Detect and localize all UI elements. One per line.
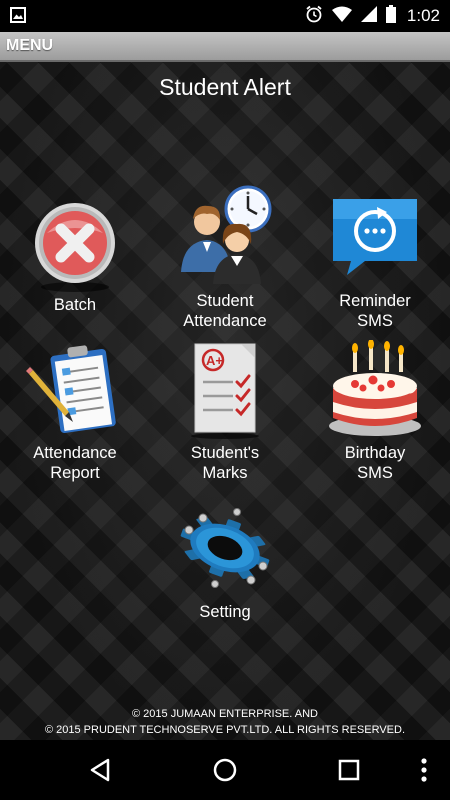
svg-text:A+: A+: [206, 353, 223, 368]
students-marks-tile[interactable]: A+ Student's Marks: [155, 340, 295, 483]
birthday-sms-label-line2: SMS: [357, 464, 393, 482]
page-title: Student Alert: [159, 74, 291, 100]
overflow-menu-icon[interactable]: [414, 755, 434, 785]
navigation-bar: [0, 740, 450, 800]
reminder-sms-label-line2: SMS: [357, 312, 393, 330]
students-marks-label-line2: Marks: [202, 464, 248, 482]
home-icon[interactable]: [210, 755, 240, 785]
reminder-sms-tile[interactable]: Reminder SMS: [305, 189, 445, 331]
status-bar: 1:02: [0, 0, 450, 32]
battery-icon: [385, 4, 396, 28]
birthday-sms-label-line1: Birthday: [344, 444, 406, 462]
back-icon[interactable]: [86, 755, 116, 785]
menu-bar: MENU: [0, 32, 450, 62]
alarm-icon: [305, 5, 323, 28]
birthday-sms-tile[interactable]: Birthday SMS: [305, 339, 445, 483]
clipboard-report-icon: [25, 340, 125, 440]
gear-icon: [175, 500, 275, 600]
people-clock-icon: [175, 184, 275, 284]
batch-tile[interactable]: Batch: [5, 195, 145, 315]
copyright-line-2: © 2015 PRUDENT TECHNOSERVE PVT.LTD. ALL …: [44, 724, 405, 736]
menu-button[interactable]: MENU: [6, 37, 53, 55]
attendance-report-label-line1: Attendance: [33, 444, 117, 462]
reminder-sms-label-line1: Reminder: [339, 292, 411, 310]
signal-icon: [360, 5, 377, 27]
cancel-x-icon: [25, 195, 125, 295]
attendance-report-label-line2: Report: [50, 464, 100, 482]
recents-icon[interactable]: [334, 755, 364, 785]
students-marks-label-line1: Student's: [190, 444, 260, 462]
attendance-report-tile[interactable]: Attendance Report: [5, 340, 145, 483]
message-refresh-icon: [325, 189, 425, 289]
copyright-line-1: © 2015 JUMAAN ENTERPRISE. AND: [132, 708, 318, 720]
student-attendance-label-line1: Student: [196, 292, 254, 310]
student-attendance-tile[interactable]: Student Attendance: [155, 184, 295, 331]
setting-tile[interactable]: Setting: [155, 500, 295, 622]
status-time: 1:02: [406, 6, 440, 25]
image-icon: [10, 7, 26, 28]
dashboard: Student Alert Batch Student Attendance R…: [0, 62, 450, 740]
batch-label: Batch: [53, 296, 97, 314]
birthday-cake-icon: [325, 339, 425, 440]
wifi-icon: [331, 6, 352, 27]
marks-sheet-icon: A+: [175, 340, 275, 440]
setting-label: Setting: [199, 603, 251, 621]
copyright-footer: © 2015 JUMAAN ENTERPRISE. AND © 2015 PRU…: [0, 706, 450, 740]
student-attendance-label-line2: Attendance: [183, 312, 267, 330]
